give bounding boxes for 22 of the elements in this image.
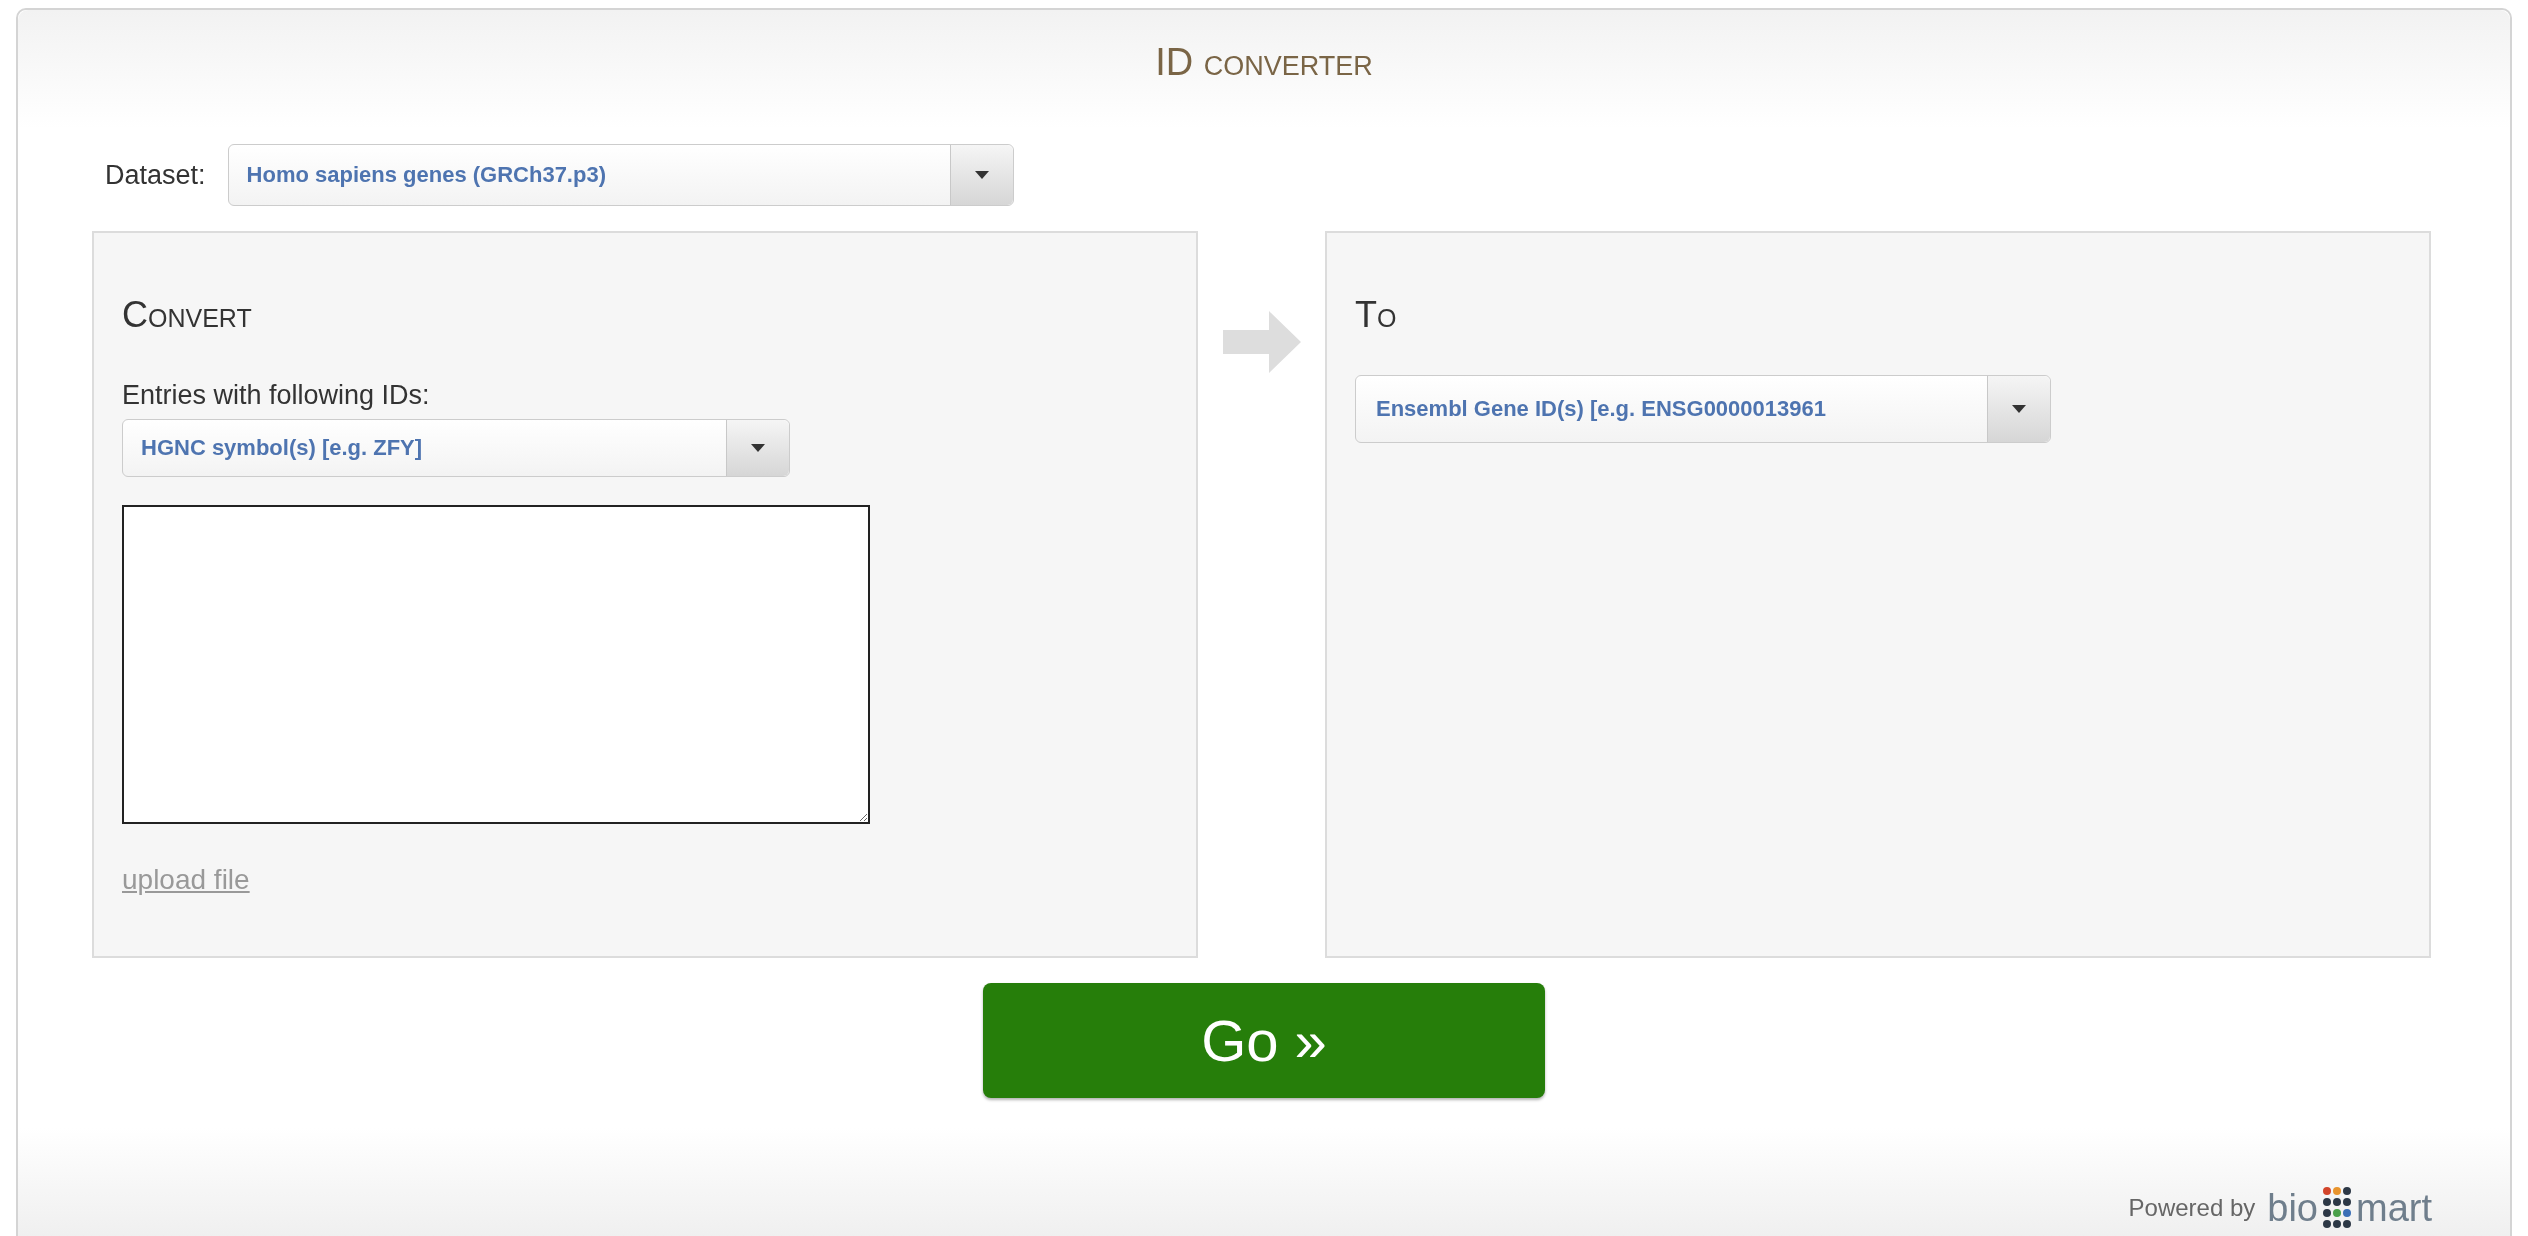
id-type-select[interactable]: HGNC symbol(s) [e.g. ZFY] <box>122 419 790 478</box>
dropdown-button[interactable] <box>1987 376 2050 442</box>
caret-icon <box>2012 405 2026 413</box>
arrow-icon <box>1222 311 1301 373</box>
dots-logo-icon <box>2322 1186 2352 1230</box>
input-field[interactable] <box>122 505 870 824</box>
field-label: Entries with following IDs: <box>122 380 430 411</box>
logo-text: bio <box>2267 1186 2318 1230</box>
panel-heading: To <box>1355 293 1397 337</box>
dropdown-button[interactable] <box>726 420 789 477</box>
caret-icon <box>974 171 989 179</box>
dataset-label: Dataset: <box>105 159 206 191</box>
upload-link[interactable]: upload file <box>122 864 250 896</box>
go-button[interactable]: Go » <box>983 983 1545 1098</box>
dropdown-button[interactable] <box>949 145 1013 205</box>
id-type-select[interactable]: Ensembl Gene ID(s) [e.g. ENSG0000013961 <box>1355 375 2051 443</box>
dataset-select[interactable]: Homo sapiens genes (GRCh37.p3) <box>227 144 1014 206</box>
panel-heading: Convert <box>122 293 252 337</box>
page-title: ID converter <box>1155 40 1373 84</box>
powered-by-text: Powered by <box>2128 1194 2256 1222</box>
caret-icon <box>751 444 765 453</box>
logo-text: mart <box>2356 1186 2432 1230</box>
